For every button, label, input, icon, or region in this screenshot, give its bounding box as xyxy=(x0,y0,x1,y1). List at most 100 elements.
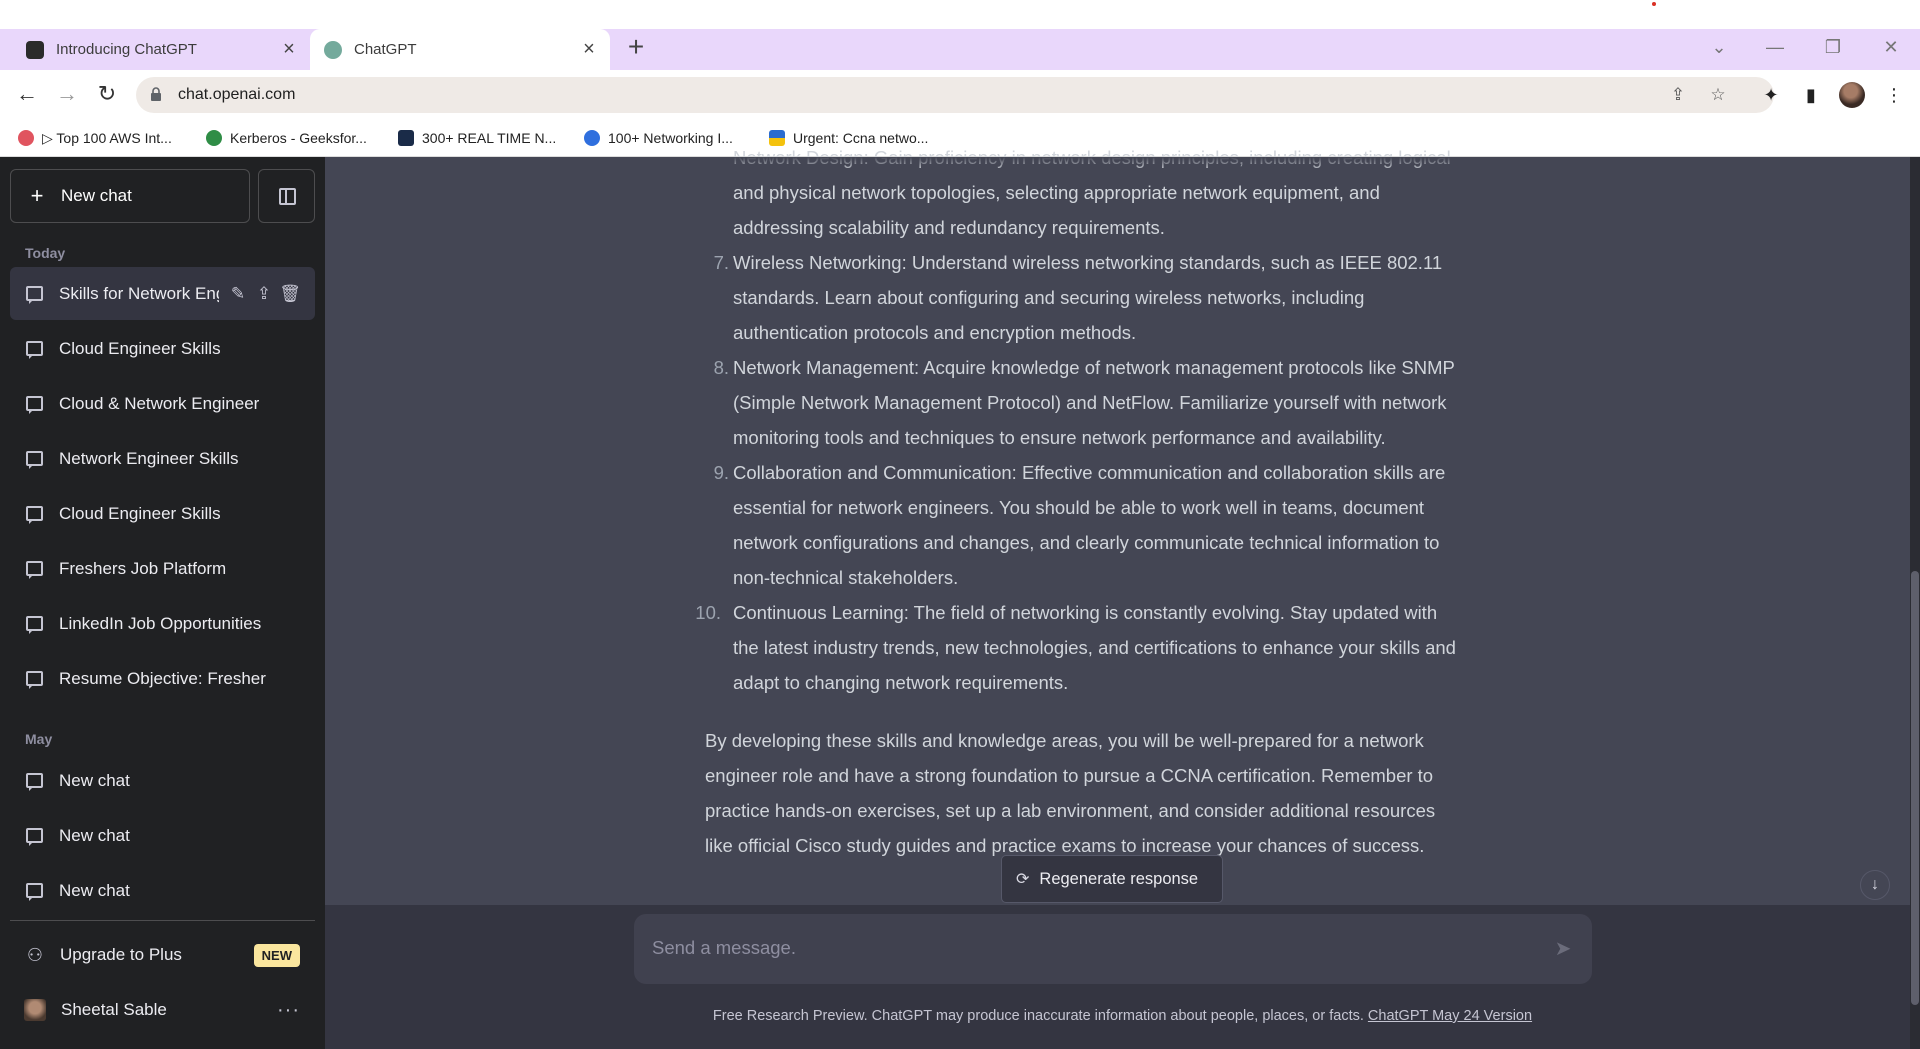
bookmark-item[interactable]: ▷ Top 100 AWS Int... xyxy=(18,125,172,151)
tab-title: ChatGPT xyxy=(354,41,417,58)
reload-icon[interactable]: ↻ xyxy=(94,82,120,108)
chat-title: New chat xyxy=(59,770,130,790)
list-number: 10. xyxy=(695,602,721,623)
paragraph-line: practice hands-on exercises, set up a la… xyxy=(705,800,1436,821)
delete-trash-icon[interactable]: 🗑 xyxy=(279,283,301,305)
chat-bubble-icon xyxy=(26,286,43,304)
extensions-puzzle-icon[interactable]: ✦ xyxy=(1760,85,1782,107)
window-top-strip xyxy=(0,0,1920,29)
side-panel-icon[interactable]: ▮ xyxy=(1800,85,1822,107)
arrow-down-icon[interactable]: ↓ xyxy=(1860,870,1890,900)
chat-item[interactable]: Cloud & Network Engineer xyxy=(10,377,315,430)
chatgpt-favicon-icon xyxy=(324,40,342,59)
chat-item-active[interactable]: Skills for Network Engineer ✎ ⇪ 🗑 xyxy=(10,267,315,320)
sidebar-divider xyxy=(10,920,315,921)
list-item-line: monitoring tools and techniques to ensur… xyxy=(733,427,1386,448)
list-item-line: network configurations and changes, and … xyxy=(733,532,1440,553)
lock-icon xyxy=(151,87,161,101)
scrollbar-thumb[interactable] xyxy=(1911,571,1919,1005)
more-options-icon[interactable]: ··· xyxy=(277,999,300,1022)
tab-introducing-chatgpt[interactable]: Introducing ChatGPT × xyxy=(12,29,310,70)
chat-item[interactable]: New chat xyxy=(10,864,315,917)
bookmark-star-icon[interactable]: ☆ xyxy=(1708,85,1728,105)
back-arrow-icon[interactable]: ← xyxy=(14,82,40,108)
bookmark-item[interactable]: Kerberos - Geeksfor... xyxy=(206,125,367,151)
close-window-icon[interactable]: ✕ xyxy=(1879,36,1903,60)
upgrade-to-plus-button[interactable]: ⚇ Upgrade to Plus NEW xyxy=(10,930,315,980)
regenerate-response-button[interactable]: ⟳ Regenerate response xyxy=(1001,855,1223,903)
chrome-menu-icon[interactable]: ⋮ xyxy=(1883,85,1905,107)
list-item-line: Collaboration and Communication: Effecti… xyxy=(733,462,1446,483)
version-link[interactable]: ChatGPT May 24 Version xyxy=(1368,1008,1532,1024)
minimize-icon[interactable]: — xyxy=(1763,36,1787,60)
plus-icon: + xyxy=(30,183,44,208)
chat-item[interactable]: New chat xyxy=(10,809,315,862)
list-item: and physical network topologies, selecti… xyxy=(705,175,1535,245)
notification-dot xyxy=(1652,2,1656,6)
url-text: chat.openai.com xyxy=(178,86,296,103)
chat-title: Skills for Network Engineer xyxy=(59,283,219,303)
address-bar-row: ← → ↻ chat.openai.com ⇪ ☆ ✦ ▮ ⋮ xyxy=(0,70,1920,119)
geeksforgeeks-icon xyxy=(206,130,222,146)
disclaimer: Free Research Preview. ChatGPT may produ… xyxy=(325,1008,1920,1024)
closing-paragraph: By developing these skills and knowledge… xyxy=(705,723,1535,863)
message-input[interactable] xyxy=(652,932,1532,964)
omnibox[interactable]: chat.openai.com ⇪ ☆ xyxy=(136,77,1774,113)
chat-item[interactable]: LinkedIn Job Opportunities xyxy=(10,597,315,650)
new-chat-label: New chat xyxy=(61,186,132,205)
close-tab-icon[interactable]: × xyxy=(578,39,600,61)
chat-title: New chat xyxy=(59,880,130,900)
chat-bubble-icon xyxy=(26,451,43,469)
list-item-line: authentication protocols and encryption … xyxy=(733,322,1137,343)
chat-title: LinkedIn Job Opportunities xyxy=(59,613,262,633)
chat-title: Cloud Engineer Skills xyxy=(59,503,221,523)
list-item-line: Continuous Learning: The field of networ… xyxy=(733,602,1438,623)
openai-favicon-icon xyxy=(26,40,44,59)
forward-arrow-icon[interactable]: → xyxy=(54,82,80,108)
chat-bubble-icon xyxy=(26,561,43,579)
send-icon[interactable]: ➤ xyxy=(1549,935,1577,963)
chat-item[interactable]: Network Engineer Skills xyxy=(10,432,315,485)
new-tab-icon[interactable]: + xyxy=(622,33,650,62)
message-composer[interactable]: ➤ xyxy=(634,914,1592,984)
chat-bubble-icon xyxy=(26,828,43,846)
sidebar: + New chat Today Skills for Network Engi… xyxy=(0,157,325,1049)
bookmark-favicon-icon xyxy=(18,130,34,146)
avatar xyxy=(24,999,46,1021)
close-tab-icon[interactable]: × xyxy=(278,39,300,61)
share-icon[interactable]: ⇪ xyxy=(1668,85,1688,105)
share-icon[interactable]: ⇪ xyxy=(253,283,275,305)
chat-item[interactable]: Freshers Job Platform xyxy=(10,542,315,595)
chat-bubble-icon xyxy=(26,341,43,359)
new-chat-button[interactable]: + New chat xyxy=(10,169,250,223)
chat-item[interactable]: Resume Objective: Fresher xyxy=(10,652,315,705)
chat-bubble-icon xyxy=(26,396,43,414)
list-item: 10. Continuous Learning: The field of ne… xyxy=(695,595,1535,700)
bookmark-item[interactable]: 300+ REAL TIME N... xyxy=(398,125,556,151)
list-item: 7. Wireless Networking: Understand wirel… xyxy=(705,245,1535,350)
profile-avatar[interactable] xyxy=(1839,82,1865,108)
chat-main: Network Design: Gain proficiency in netw… xyxy=(325,147,1920,1049)
chat-title: Cloud Engineer Skills xyxy=(59,338,221,358)
user-menu-button[interactable]: Sheetal Sable ··· xyxy=(10,985,315,1035)
chat-item[interactable]: New chat xyxy=(10,754,315,807)
upgrade-label: Upgrade to Plus xyxy=(60,945,182,964)
tab-search-icon[interactable]: ⌄ xyxy=(1707,36,1731,60)
list-item-line: (Simple Network Management Protocol) and… xyxy=(733,392,1447,413)
chat-item[interactable]: Cloud Engineer Skills xyxy=(10,487,315,540)
list-item-line: addressing scalability and redundancy re… xyxy=(733,217,1165,238)
bookmark-label: Kerberos - Geeksfor... xyxy=(230,130,367,146)
bookmark-favicon-icon xyxy=(398,130,414,146)
edit-pencil-icon[interactable]: ✎ xyxy=(227,283,249,305)
regenerate-label: Regenerate response xyxy=(1039,869,1199,888)
tab-chatgpt[interactable]: ChatGPT × xyxy=(310,29,610,70)
bookmark-label: ▷ Top 100 AWS Int... xyxy=(42,129,172,146)
restore-icon[interactable]: ❐ xyxy=(1821,36,1845,60)
bookmark-label: 300+ REAL TIME N... xyxy=(422,130,557,146)
chat-item[interactable]: Cloud Engineer Skills xyxy=(10,322,315,375)
list-number: 9. xyxy=(713,462,729,483)
chat-bubble-icon xyxy=(26,506,43,524)
list-item-line: adapt to changing network requirements. xyxy=(733,672,1069,693)
toggle-sidebar-button[interactable] xyxy=(258,169,315,223)
list-item-line: essential for network engineers. You sho… xyxy=(733,497,1425,518)
